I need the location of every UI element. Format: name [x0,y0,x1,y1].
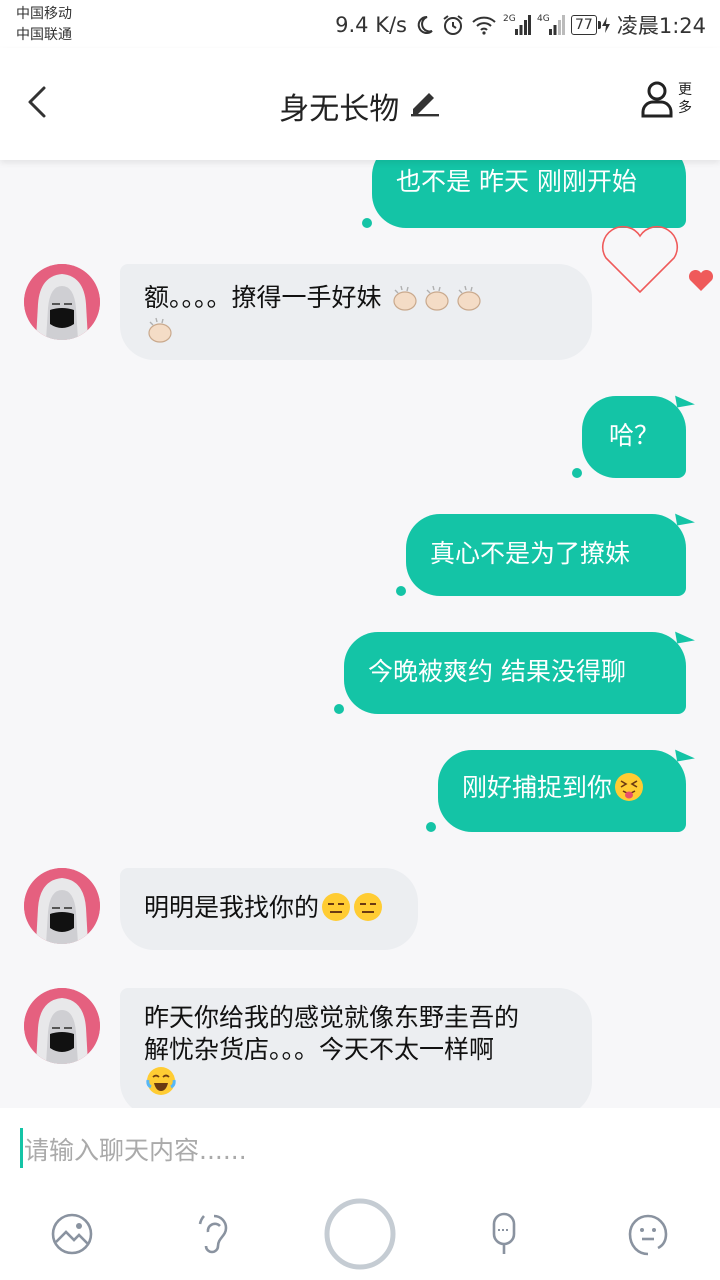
message-text: 明明是我找你的 [144,893,320,922]
clapping-hands-icon [425,285,450,311]
message-incoming[interactable]: 额。。。。撩得一手好妹 [120,264,592,360]
svg-text:2G: 2G [503,14,516,24]
squinting-tongue-face-icon [615,773,644,801]
carrier-1: 中国移动 [16,6,72,22]
message-outgoing[interactable]: 真心不是为了撩妹 [406,514,686,596]
sent-indicator [334,704,344,714]
moon-icon [413,14,435,36]
heart-outline-icon [601,226,679,294]
composer-toolbar [0,1194,720,1274]
message-text: 真心不是为了撩妹 [430,539,631,568]
composer [0,1108,720,1280]
sent-indicator [426,822,436,832]
sent-indicator [396,586,406,596]
edit-pencil-icon[interactable] [409,90,441,125]
avatar-image [24,988,100,1064]
clapping-hands-icon [393,285,418,311]
message-text: 哈？ [608,421,659,450]
carrier-2: 中国联通 [16,27,72,43]
message-outgoing[interactable]: 哈？ [582,396,686,478]
status-bar: 中国移动 中国联通 9.4 K/s 2G 4G 77 凌晨1:24 [0,0,720,48]
avatar[interactable] [24,988,100,1064]
more-button[interactable]: 更多 [640,80,694,118]
charging-icon [601,17,610,33]
message-outgoing[interactable]: 也不是 昨天 刚刚开始 [372,160,686,228]
signal-1-icon: 2G [503,13,531,37]
voice-icon [198,1214,228,1254]
sent-indicator [362,218,372,228]
message-text: 也不是 昨天 刚刚开始 [396,167,637,196]
message-text: 额。。。。撩得一手好妹 [144,283,382,312]
svg-text:4G: 4G [537,14,550,24]
chat-header: 身无长物 更多 [0,48,720,160]
clock: 凌晨1:24 [616,14,706,38]
mic-icon [492,1212,516,1254]
image-button[interactable] [32,1194,112,1274]
contact-name: 身无长物 [279,92,400,127]
image-icon [51,1213,93,1255]
tears-of-joy-face-icon [146,1067,176,1095]
avatar-image [24,264,100,340]
record-circle-icon [324,1198,396,1270]
record-button[interactable] [320,1194,400,1274]
mic-button[interactable] [464,1194,544,1274]
emoji-face-icon [628,1214,668,1256]
clapping-hands-icon [148,317,172,343]
battery-indicator: 77 [571,15,611,35]
message-text: 今晚被爽约 结果没得聊 [368,657,626,686]
more-label: 更多 [678,82,692,116]
message-list[interactable]: 也不是 昨天 刚刚开始 额。。。。撩得一手好妹 哈？ 真心不是为了撩妹 今晚被爽… [0,160,720,1108]
chat-title[interactable]: 身无长物 [0,84,720,128]
clapping-hands-icon [457,285,482,311]
message-text-line-1: 昨天你给我的感觉就像东野圭吾的 [144,1003,520,1032]
emoji-button[interactable] [608,1194,688,1274]
alarm-icon [441,13,465,37]
message-text: 刚好捕捉到你 [462,773,613,802]
message-incoming[interactable]: 明明是我找你的 [120,868,418,950]
voice-button[interactable] [176,1194,256,1274]
avatar[interactable] [24,264,100,340]
avatar[interactable] [24,868,100,944]
avatar-image [24,868,100,944]
user-icon [641,81,673,118]
message-outgoing[interactable]: 刚好捕捉到你 [438,750,686,832]
message-text-line-2: 解忧杂货店。。。今天不太一样啊 [144,1035,495,1064]
text-cursor [20,1128,23,1168]
network-speed: 9.4 K/s [335,13,407,37]
sent-indicator [572,468,582,478]
heart-icon [688,270,714,291]
expressionless-face-icon [354,893,383,921]
message-incoming[interactable]: 昨天你给我的感觉就像东野圭吾的 解忧杂货店。。。今天不太一样啊 [120,988,592,1108]
message-input[interactable] [24,1130,684,1170]
signal-2-icon: 4G [537,13,565,37]
expressionless-face-icon [322,893,351,921]
message-outgoing[interactable]: 今晚被爽约 结果没得聊 [344,632,686,714]
wifi-icon [471,14,497,36]
